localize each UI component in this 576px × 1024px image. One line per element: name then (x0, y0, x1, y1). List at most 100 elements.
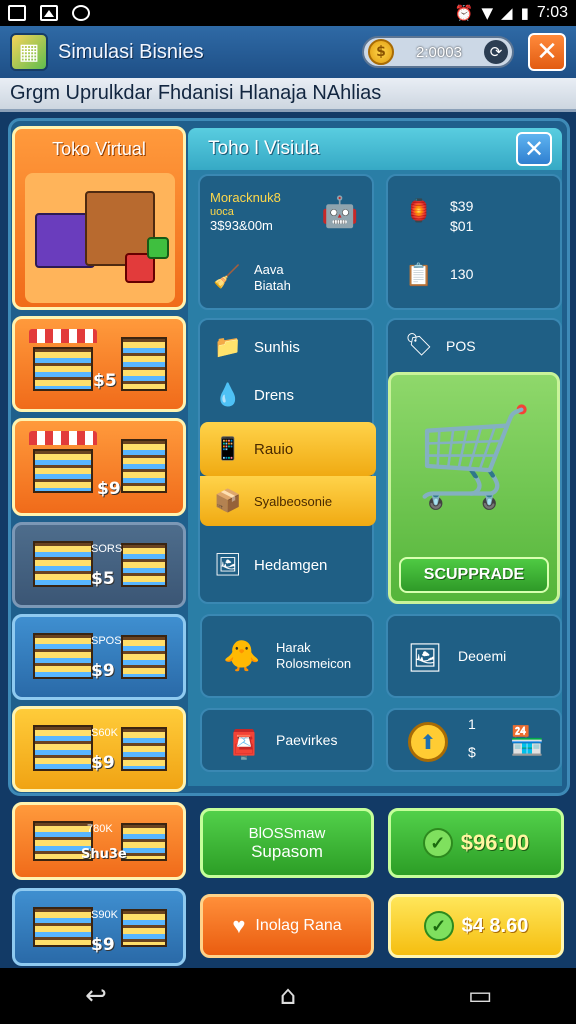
mailbox-icon: 📮 (226, 727, 262, 761)
menu-item-hedamgen[interactable]: 🖼 Hedamgen (200, 540, 376, 590)
coin-balance[interactable]: $ 2:0003 ⟳ (362, 36, 514, 68)
stat-value-1: 1 (468, 716, 476, 732)
inolag-button[interactable]: ♥ Inolag Rana (200, 894, 374, 958)
tile-price: $9 (91, 935, 115, 955)
menu-item-syalbeosonie[interactable]: 📦 Syalbeosonie (200, 476, 376, 526)
shop-stall-icon (29, 719, 97, 775)
card-label: Paevirkes (276, 732, 338, 748)
tile-shop-7[interactable]: S90K $9 (12, 888, 186, 966)
card-label-2: Rolosmeicon (276, 656, 352, 671)
refresh-icon[interactable]: ⟳ (484, 40, 508, 64)
signal-icon: ◢ (501, 4, 513, 22)
tile-shop-1[interactable]: $5 (12, 316, 186, 412)
stats-line-3: 3$93&00m (210, 218, 273, 233)
robot-toaster-icon: 🤖 (321, 194, 359, 230)
tile-tag: S90K (91, 909, 118, 921)
alarm-icon: ⏰ (454, 4, 474, 22)
upgrade-stat-card[interactable]: ⬆ 1 $ 🏪 (386, 708, 562, 772)
clock: 7:03 (536, 4, 568, 21)
menu-item-drens[interactable]: 💧 Drens (200, 370, 376, 420)
picture-icon: 🖼 (214, 552, 242, 578)
stats-sub-label: Aava (254, 262, 284, 277)
deoemi-card[interactable]: 🖼 Deoemi (386, 614, 562, 698)
frame-icon: 🖼 (407, 640, 443, 674)
character-card[interactable]: 🐥 Harak Rolosmeicon (200, 614, 374, 698)
panel-header: Toho l Visiula ✕ (188, 128, 562, 170)
tile-tag: S60K (91, 727, 118, 739)
wifi-icon: ▼ (481, 4, 494, 22)
water-drop-icon: 💧 (214, 382, 242, 408)
pos-tag-icon: 🏷 (405, 332, 433, 358)
button-label: Inolag Rana (255, 917, 342, 934)
shelf-icon (117, 627, 171, 683)
back-icon[interactable]: ↩ (76, 981, 116, 1011)
recents-icon[interactable]: ▭ (460, 981, 500, 1011)
menu-label: Drens (254, 386, 295, 404)
check-icon: ✓ (423, 911, 454, 941)
image-icon (40, 5, 58, 21)
stat-value-2: $ (468, 744, 476, 760)
buy-price-button-2[interactable]: ✓ $4 8.60 (388, 894, 564, 958)
menu-label: Syalbeosonie (254, 493, 333, 509)
home-icon[interactable]: ⌂ (268, 981, 308, 1011)
value-1: $39 (450, 198, 474, 214)
banner: Grgm Uprulkdar Fhdanisi Hlanaja NAhlias (0, 78, 576, 112)
tile-shop-5[interactable]: S60K $9 (12, 706, 186, 792)
check-icon: ✓ (422, 828, 453, 858)
pos-card: 🏷 POS 🛒 SCUPPRADE (386, 318, 562, 604)
buy-price-button[interactable]: ✓ $96:00 (388, 808, 564, 878)
register-icon (117, 719, 171, 775)
stats-card[interactable]: Moracknuk8 uoca 3$93&00m 🤖 🧹 Aava Biatah (198, 174, 374, 310)
tile-shop-2[interactable]: $9 (12, 418, 186, 516)
shelf-icon (117, 431, 171, 497)
value-3: 130 (450, 266, 474, 282)
button-line-2: Supasom (251, 841, 323, 861)
battery-icon: ▮ (520, 4, 529, 22)
panel-close-button[interactable]: ✕ (516, 132, 552, 166)
price-label: $4 8.60 (461, 914, 529, 937)
value-card[interactable]: 🏮 $39 $01 📋 130 (386, 174, 562, 310)
menu-label: Rauio (254, 440, 294, 458)
menu-item-sunhis[interactable]: 📁 Sunhis (200, 322, 376, 372)
shop-stall-icon (29, 627, 97, 683)
tile-shop-3[interactable]: SORS $5 (12, 522, 186, 608)
menu-label: Sunhis (254, 338, 300, 356)
box-icon: 📦 (214, 488, 242, 514)
tile-title: Toko Virtual (52, 138, 146, 159)
top-header: ▦ Simulasi Bisnies $ 2:0003 ⟳ ✕ (0, 26, 576, 78)
tablet-icon: 📱 (214, 436, 242, 462)
stats-sub-label-2: Biatah (254, 278, 291, 293)
close-button[interactable]: ✕ (528, 33, 566, 71)
notification-square-icon (8, 5, 26, 21)
register-icon (117, 901, 171, 951)
nav-bar: ↩ ⌂ ▭ (0, 968, 576, 1024)
lantern-icon: 🏮 (405, 198, 433, 224)
upgrade-button[interactable]: SCUPPRADE (399, 557, 549, 593)
shop-box (147, 237, 169, 259)
app-logo-icon: ▦ (10, 33, 48, 71)
tile-tag: SORS (91, 543, 123, 555)
tile-price: $5 (91, 569, 115, 589)
tile-virtual-store[interactable]: Toko Virtual (12, 126, 186, 310)
store-illustration (25, 173, 175, 303)
cart-card[interactable]: 🛒 SCUPPRADE (388, 372, 560, 604)
menu-item-rauio[interactable]: 📱 Rauio (200, 422, 376, 476)
tile-shop-6[interactable]: 780K Shu3e (12, 802, 186, 880)
tile-price: $9 (91, 753, 115, 773)
tile-price: $9 (91, 661, 115, 681)
blossom-button[interactable]: BlOSSmaw Supasom (200, 808, 374, 878)
tile-price: $9 (97, 479, 121, 499)
heart-icon: ♥ (232, 913, 246, 938)
button-line-1: BlOSSmaw (248, 824, 326, 842)
card-label: Deoemi (458, 648, 507, 664)
chart-board-icon: 📋 (405, 262, 433, 288)
stats-line-2: uoca (210, 206, 234, 218)
stats-line-1: Moracknuk8 (210, 190, 281, 205)
paevirkes-card[interactable]: 📮 Paevirkes (200, 708, 374, 772)
shop-stall-icon (29, 535, 97, 591)
card-label: Harak (276, 640, 311, 655)
shop-stall-icon (29, 431, 97, 497)
shop-stall-icon (29, 901, 97, 951)
broom-icon: 🧹 (213, 264, 241, 290)
tile-shop-4[interactable]: SPOS $9 (12, 614, 186, 700)
